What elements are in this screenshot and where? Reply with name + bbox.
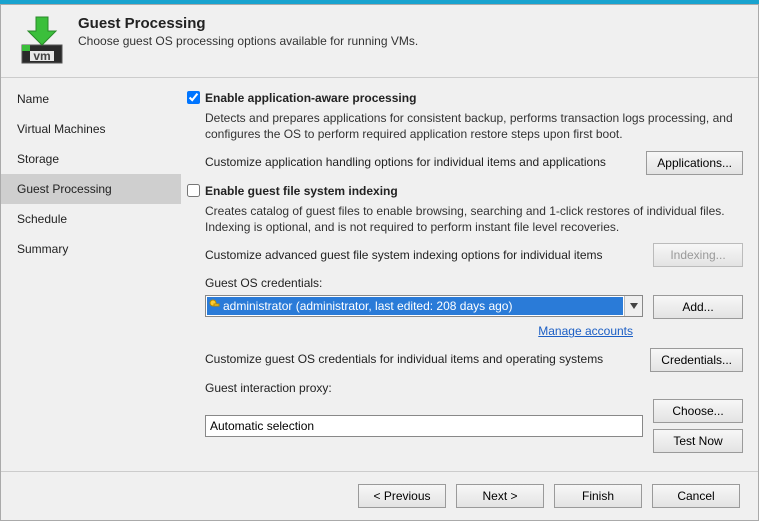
content-pane: Enable application-aware processing Dete… [181, 78, 758, 471]
creds-customize-text: Customize guest OS credentials for indiv… [205, 351, 640, 367]
page-subtitle: Choose guest OS processing options avail… [78, 34, 418, 48]
guest-processing-icon: vm [16, 15, 68, 67]
guest-credentials-label: Guest OS credentials: [205, 275, 743, 291]
next-button[interactable]: Next > [456, 484, 544, 508]
credentials-button[interactable]: Credentials... [650, 348, 743, 372]
app-aware-customize-text: Customize application handling options f… [205, 154, 636, 170]
wizard-header: vm Guest Processing Choose guest OS proc… [1, 5, 758, 77]
svg-text:vm: vm [33, 49, 50, 63]
proxy-input[interactable] [205, 415, 643, 437]
sidebar-item-name[interactable]: Name [1, 84, 181, 114]
app-aware-desc: Detects and prepares applications for co… [205, 110, 743, 142]
manage-accounts-link[interactable]: Manage accounts [205, 323, 633, 339]
enable-indexing-label: Enable guest file system indexing [205, 183, 398, 199]
applications-button[interactable]: Applications... [646, 151, 743, 175]
guest-credentials-selected: administrator (administrator, last edite… [211, 299, 512, 313]
choose-proxy-button[interactable]: Choose... [653, 399, 743, 423]
cancel-button[interactable]: Cancel [652, 484, 740, 508]
previous-button[interactable]: < Previous [358, 484, 446, 508]
sidebar-item-summary[interactable]: Summary [1, 234, 181, 264]
sidebar-item-storage[interactable]: Storage [1, 144, 181, 174]
add-credentials-button[interactable]: Add... [653, 295, 743, 319]
wizard-footer: < Previous Next > Finish Cancel [1, 471, 758, 520]
sidebar-item-guest-processing[interactable]: Guest Processing [1, 174, 181, 204]
chevron-down-icon[interactable] [624, 296, 642, 316]
enable-app-aware-label: Enable application-aware processing [205, 90, 416, 106]
sidebar-item-virtual-machines[interactable]: Virtual Machines [1, 114, 181, 144]
guest-credentials-dropdown[interactable]: administrator (administrator, last edite… [205, 295, 643, 317]
page-title: Guest Processing [78, 15, 418, 32]
indexing-desc: Creates catalog of guest files to enable… [205, 203, 743, 235]
indexing-button: Indexing... [653, 243, 743, 267]
enable-app-aware-checkbox[interactable] [187, 91, 200, 104]
finish-button[interactable]: Finish [554, 484, 642, 508]
proxy-label: Guest interaction proxy: [205, 380, 743, 396]
key-icon [209, 299, 221, 311]
enable-indexing-checkbox[interactable] [187, 184, 200, 197]
test-now-button[interactable]: Test Now [653, 429, 743, 453]
indexing-customize-text: Customize advanced guest file system ind… [205, 247, 643, 263]
wizard-sidebar: Name Virtual Machines Storage Guest Proc… [1, 78, 181, 471]
sidebar-item-schedule[interactable]: Schedule [1, 204, 181, 234]
